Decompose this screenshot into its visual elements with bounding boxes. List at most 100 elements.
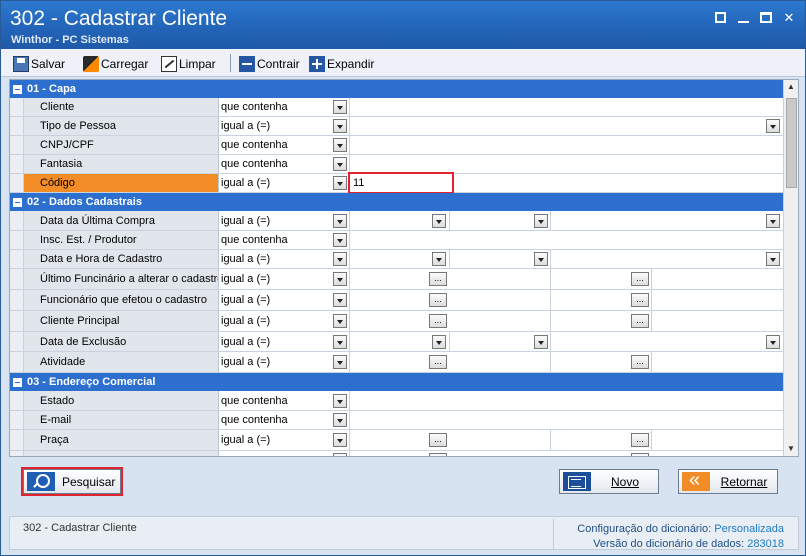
load-button[interactable]: Carregar bbox=[83, 55, 148, 72]
chevron-down-icon[interactable] bbox=[333, 355, 347, 369]
row-email: E-mail que contenha bbox=[10, 411, 785, 430]
codigo-value-input[interactable]: 11 bbox=[348, 172, 454, 194]
close-icon[interactable]: ✕ bbox=[781, 11, 797, 25]
chevron-down-icon[interactable] bbox=[333, 157, 347, 171]
operator-select[interactable]: igual a (=) bbox=[219, 352, 350, 372]
chevron-down-icon[interactable] bbox=[333, 119, 347, 133]
lookup-button[interactable]: ... bbox=[429, 272, 447, 286]
lookup-button[interactable]: ... bbox=[429, 355, 447, 369]
back-button-label: Retornar bbox=[720, 474, 768, 489]
chevron-down-icon[interactable] bbox=[333, 453, 347, 456]
chevron-down-icon[interactable] bbox=[333, 413, 347, 427]
search-button[interactable]: Pesquisar bbox=[23, 469, 121, 494]
chevron-down-icon[interactable] bbox=[333, 314, 347, 328]
operator-select[interactable]: igual a (=) bbox=[219, 117, 350, 135]
row-estado: Estado que contenha bbox=[10, 391, 785, 411]
scroll-thumb[interactable] bbox=[786, 98, 797, 188]
row-data-ultima-compra: Data da Última Compra igual a (=) bbox=[10, 211, 785, 231]
row-cliente: Cliente que contenha bbox=[10, 98, 785, 117]
maximize-icon[interactable] bbox=[758, 11, 774, 25]
lookup-button[interactable]: ... bbox=[429, 453, 447, 456]
save-label: Salvar bbox=[31, 56, 66, 71]
row-data-hora-cadastro: Data e Hora de Cadastro igual a (=) bbox=[10, 250, 785, 269]
lookup-button[interactable]: ... bbox=[429, 293, 447, 307]
operator-select[interactable]: igual a (=) bbox=[219, 211, 350, 230]
toolbar-separator bbox=[230, 54, 231, 72]
collapse-section-icon[interactable] bbox=[13, 378, 22, 387]
clear-button[interactable]: Limpar bbox=[161, 55, 216, 72]
chevron-down-icon[interactable] bbox=[432, 335, 446, 349]
field-label: Fantasia bbox=[24, 155, 219, 173]
operator-select[interactable]: igual a (=) bbox=[219, 250, 350, 268]
collapse-section-icon[interactable] bbox=[13, 85, 22, 94]
edit-window-icon[interactable] bbox=[713, 11, 729, 25]
chevron-down-icon[interactable] bbox=[333, 433, 347, 447]
chevron-down-icon[interactable] bbox=[766, 214, 780, 228]
chevron-down-icon[interactable] bbox=[432, 214, 446, 228]
operator-select[interactable]: que contenha bbox=[219, 136, 350, 154]
chevron-down-icon[interactable] bbox=[534, 252, 548, 266]
row-praca: Praça igual a (=) ... ... bbox=[10, 430, 785, 451]
operator-select[interactable]: igual a (=) bbox=[219, 174, 350, 192]
chevron-down-icon[interactable] bbox=[333, 394, 347, 408]
field-label: Funcionário que efetou o cadastro bbox=[24, 290, 219, 310]
lookup-button[interactable]: ... bbox=[429, 433, 447, 447]
field-label: E-mail bbox=[24, 411, 219, 429]
field-label: Cliente Principal bbox=[24, 311, 219, 331]
dictionary-info: Configuração do dicionário: Personalizad… bbox=[577, 522, 784, 552]
dict-config-label: Configuração do dicionário: bbox=[577, 523, 712, 535]
toolbar: Salvar Carregar Limpar Contrair Expandir bbox=[1, 49, 805, 77]
operator-select[interactable]: igual a (=) bbox=[219, 332, 350, 351]
collapse-button[interactable]: Contrair bbox=[239, 55, 300, 72]
chevron-down-icon[interactable] bbox=[534, 214, 548, 228]
chevron-down-icon[interactable] bbox=[766, 252, 780, 266]
operator-select[interactable]: igual a (=) bbox=[219, 269, 350, 289]
back-button[interactable]: Retornar bbox=[678, 469, 778, 494]
chevron-down-icon[interactable] bbox=[333, 293, 347, 307]
field-label: Data de Exclusão bbox=[24, 332, 219, 351]
operator-select[interactable]: que contenha bbox=[219, 98, 350, 116]
scroll-down-icon[interactable]: ▼ bbox=[787, 444, 795, 453]
chevron-down-icon[interactable] bbox=[333, 252, 347, 266]
chevron-down-icon[interactable] bbox=[333, 176, 347, 190]
status-bar: 302 - Cadastrar Cliente Configuração do … bbox=[9, 516, 799, 550]
minimize-icon[interactable] bbox=[736, 11, 752, 25]
vertical-scrollbar[interactable]: ▲ ▼ bbox=[783, 80, 798, 456]
new-icon bbox=[563, 472, 591, 491]
chevron-down-icon[interactable] bbox=[333, 272, 347, 286]
field-label: Data da Última Compra bbox=[24, 211, 219, 230]
expand-label: Expandir bbox=[327, 56, 375, 71]
chevron-down-icon[interactable] bbox=[766, 119, 780, 133]
chevron-down-icon[interactable] bbox=[534, 335, 548, 349]
new-button[interactable]: Novo bbox=[559, 469, 659, 494]
chevron-down-icon[interactable] bbox=[766, 335, 780, 349]
section-dados-cadastrais[interactable]: 02 - Dados Cadastrais bbox=[10, 193, 785, 211]
operator-select[interactable]: igual a (=) bbox=[219, 311, 350, 331]
expand-icon bbox=[309, 55, 325, 72]
chevron-down-icon[interactable] bbox=[333, 335, 347, 349]
operator-select[interactable]: que contenha bbox=[219, 231, 350, 249]
chevron-down-icon[interactable] bbox=[432, 252, 446, 266]
operator-select[interactable]: que contenha bbox=[219, 391, 350, 410]
chevron-down-icon[interactable] bbox=[333, 214, 347, 228]
field-label: Estado bbox=[24, 391, 219, 410]
lookup-button[interactable]: ... bbox=[429, 314, 447, 328]
collapse-section-icon[interactable] bbox=[13, 198, 22, 207]
lookup-button[interactable]: ... bbox=[631, 453, 649, 456]
load-icon bbox=[83, 55, 99, 72]
chevron-down-icon[interactable] bbox=[333, 233, 347, 247]
operator-select[interactable]: igual a (=) bbox=[219, 430, 350, 450]
field-label: Último Funcinário a alterar o cadastro bbox=[24, 269, 219, 289]
operator-select[interactable]: igual a (=) bbox=[219, 290, 350, 310]
chevron-down-icon[interactable] bbox=[333, 138, 347, 152]
section-capa[interactable]: 01 - Capa bbox=[10, 80, 785, 98]
field-label: Código bbox=[24, 174, 219, 192]
chevron-down-icon[interactable] bbox=[333, 100, 347, 114]
operator-select[interactable]: que contenha bbox=[219, 155, 350, 173]
search-icon bbox=[27, 472, 55, 491]
save-button[interactable]: Salvar bbox=[13, 55, 65, 72]
scroll-up-icon[interactable]: ▲ bbox=[787, 82, 795, 91]
section-endereco-comercial[interactable]: 03 - Endereço Comercial bbox=[10, 373, 785, 391]
operator-select[interactable]: que contenha bbox=[219, 411, 350, 429]
expand-button[interactable]: Expandir bbox=[309, 55, 374, 72]
